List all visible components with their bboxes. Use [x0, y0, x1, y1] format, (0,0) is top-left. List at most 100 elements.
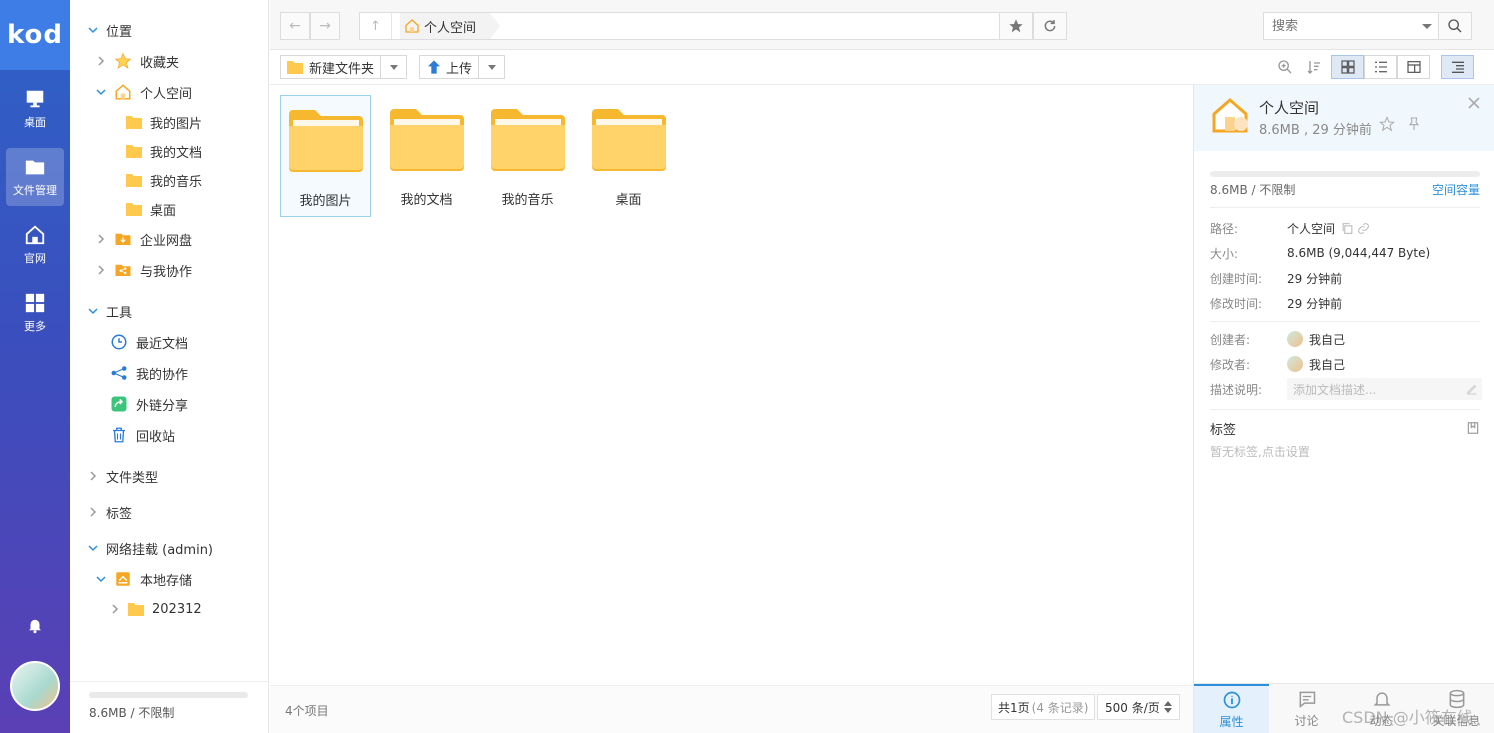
up-button[interactable]: ↑	[360, 13, 392, 39]
search-input[interactable]	[1264, 13, 1414, 39]
new-folder-dropdown[interactable]	[380, 56, 406, 78]
tree-section-network-mount[interactable]: 网络挂载 (admin)	[88, 536, 213, 560]
home-icon	[405, 19, 419, 33]
tree-item-my-documents[interactable]: 我的文档	[126, 139, 202, 163]
prop-row-modifier: 修改者: 我自己	[1210, 354, 1345, 374]
upload-main[interactable]: 上传	[420, 58, 478, 77]
tree-section-tools[interactable]: 工具	[88, 299, 132, 323]
file-item[interactable]: 桌面	[583, 95, 674, 217]
search-box[interactable]	[1263, 12, 1439, 40]
rail-item-label: 更多	[24, 320, 46, 333]
search-button[interactable]	[1438, 12, 1472, 40]
prop-value: 29 分钟前	[1287, 296, 1343, 311]
new-folder-button[interactable]: 新建文件夹	[280, 55, 408, 79]
chevron-right-icon	[90, 507, 97, 517]
back-button[interactable]: ←	[280, 12, 310, 40]
per-page-value: 500 条/页	[1105, 700, 1160, 715]
bell-icon[interactable]	[26, 616, 44, 634]
monitor-icon	[26, 90, 44, 108]
tree-section-tags[interactable]: 标签	[88, 500, 132, 524]
tree-item-my-music[interactable]: 我的音乐	[126, 168, 202, 192]
rail-item-more[interactable]: 更多	[6, 284, 64, 342]
prop-key: 描述说明:	[1210, 382, 1263, 397]
description-input[interactable]: 添加文档描述...	[1287, 378, 1482, 400]
link-icon[interactable]	[1357, 222, 1370, 235]
star-outline-icon[interactable]	[1379, 116, 1395, 132]
upload-dropdown[interactable]	[478, 56, 504, 78]
tab-properties[interactable]: 属性	[1194, 684, 1269, 733]
rail-item-website[interactable]: 官网	[6, 216, 64, 274]
prop-row-created: 创建时间: 29 分钟前	[1210, 268, 1342, 288]
separator	[1210, 409, 1480, 410]
file-item[interactable]: 我的音乐	[482, 95, 573, 217]
prop-row-description: 描述说明: 添加文档描述...	[1210, 378, 1482, 400]
tree-item-local-storage[interactable]: 本地存储	[96, 567, 192, 591]
copy-icon[interactable]	[1341, 222, 1354, 235]
folder-icon	[126, 116, 142, 129]
rail-item-file-manager[interactable]: 文件管理	[6, 148, 64, 206]
space-capacity-link[interactable]: 空间容量	[1432, 181, 1480, 198]
split-view-icon	[1406, 61, 1421, 73]
new-folder-label: 新建文件夹	[309, 61, 375, 77]
kod-logo: kod	[0, 0, 70, 70]
view-icon-grid-button[interactable]	[1331, 55, 1364, 79]
tree-item-favorites[interactable]: 收藏夹	[96, 49, 179, 73]
tree-item-my-pictures[interactable]: 我的图片	[126, 110, 202, 134]
quota-text: 8.6MB / 不限制	[89, 706, 175, 720]
caret-down-icon	[487, 64, 496, 70]
bookmark-icon[interactable]	[1466, 421, 1480, 435]
prop-value: 29 分钟前	[1287, 271, 1343, 286]
zoom-icon[interactable]	[1277, 59, 1293, 75]
tree-section-label: 标签	[106, 506, 133, 522]
upload-button[interactable]: 上传	[419, 55, 506, 79]
tree-item-my-collaboration[interactable]: 我的协作	[110, 361, 188, 385]
modifier-name: 我自己	[1309, 357, 1346, 372]
address-bar[interactable]: ↑ 个人空间	[359, 12, 1067, 40]
prop-key: 大小:	[1210, 246, 1239, 261]
tree-item-shared-with-me[interactable]: 与我协作	[96, 258, 192, 282]
tree-section-location[interactable]: 位置	[88, 18, 132, 42]
breadcrumb[interactable]: 个人空间	[400, 13, 501, 39]
tree-section-file-types[interactable]: 文件类型	[88, 464, 158, 488]
share-nodes-icon	[111, 366, 127, 380]
pager[interactable]: 共1页 (4 条记录)	[991, 694, 1096, 720]
toggle-properties-button[interactable]	[1441, 55, 1474, 79]
file-item[interactable]: 我的图片	[280, 95, 371, 217]
user-avatar[interactable]	[10, 661, 60, 711]
tree-item-external-share[interactable]: 外链分享	[110, 392, 188, 416]
chevron-down-icon	[88, 27, 98, 34]
chevron-down-icon	[96, 89, 106, 96]
grid-icon	[25, 293, 45, 313]
file-item[interactable]: 我的文档	[381, 95, 472, 217]
tab-discussion[interactable]: 讨论	[1269, 684, 1344, 733]
search-scope-dropdown[interactable]	[1422, 24, 1432, 29]
forward-button[interactable]: →	[310, 12, 340, 40]
caret-down-icon	[389, 64, 398, 70]
per-page-select[interactable]: 500 条/页	[1097, 694, 1180, 720]
rail-item-desktop[interactable]: 桌面	[6, 80, 64, 138]
item-count: 4个项目	[285, 704, 329, 718]
clock-icon	[111, 334, 127, 350]
tree-item-recent-docs[interactable]: 最近文档	[110, 330, 188, 354]
tree-item-folder-202312[interactable]: 202312	[110, 597, 202, 621]
tree-item-personal-space[interactable]: 个人空间	[96, 80, 192, 104]
close-icon[interactable]	[1468, 97, 1480, 109]
tree-item-recycle-bin[interactable]: 回收站	[110, 423, 175, 447]
list-view-icon	[1374, 61, 1387, 73]
tags-empty-hint[interactable]: 暂无标签,点击设置	[1210, 443, 1310, 460]
chevron-down-icon	[88, 545, 98, 552]
view-split-button[interactable]	[1397, 55, 1430, 79]
tree-section-label: 文件类型	[106, 470, 159, 486]
favorite-button[interactable]	[999, 12, 1033, 40]
sort-icon[interactable]	[1306, 59, 1322, 75]
tree-item-desktop[interactable]: 桌面	[126, 197, 176, 221]
new-folder-main[interactable]: 新建文件夹	[281, 58, 380, 77]
pin-icon[interactable]	[1406, 116, 1422, 132]
storage-icon	[116, 572, 130, 586]
tree-item-label: 回收站	[136, 429, 176, 445]
tree-item-enterprise-drive[interactable]: 企业网盘	[96, 227, 192, 251]
file-name: 桌面	[615, 193, 642, 208]
view-list-button[interactable]	[1364, 55, 1397, 79]
refresh-button[interactable]	[1033, 12, 1067, 40]
properties-subtitle: 8.6MB , 29 分钟前	[1259, 123, 1372, 138]
